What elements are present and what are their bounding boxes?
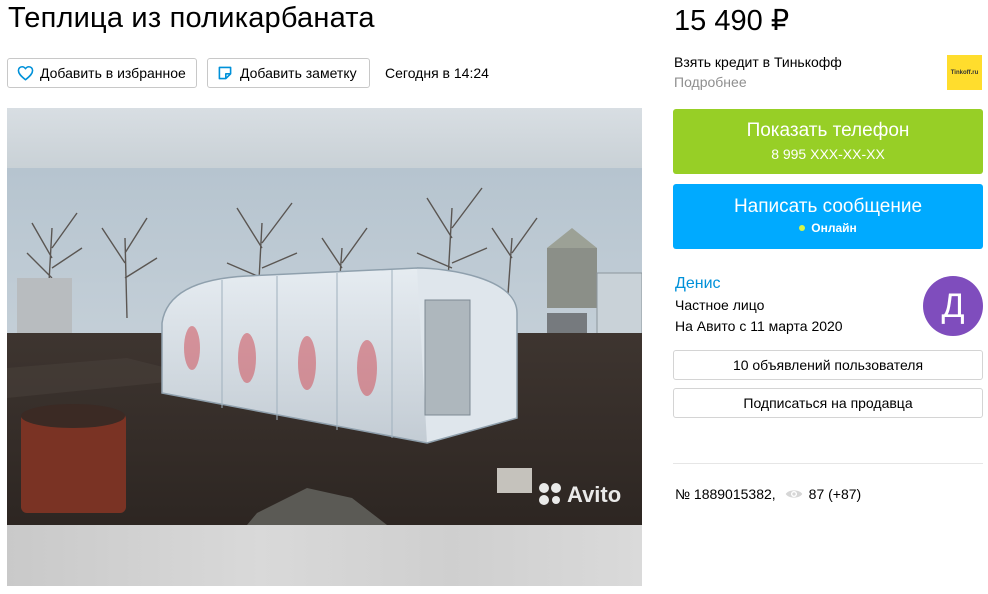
online-status: Онлайн	[673, 221, 983, 235]
tinkoff-logo[interactable]: Tinkoff.ru	[947, 55, 982, 90]
credit-more-link[interactable]: Подробнее	[674, 74, 747, 90]
add-to-favorites-button[interactable]: Добавить в избранное	[7, 58, 197, 88]
online-label: Онлайн	[811, 221, 857, 235]
listing-photo[interactable]: Avito	[7, 108, 642, 586]
price: 15 490 ₽	[674, 5, 790, 37]
seller-ads-button[interactable]: 10 объявлений пользователя	[673, 350, 983, 380]
greenhouse-image: Avito	[7, 168, 642, 525]
show-phone-button[interactable]: Показать телефон 8 995 XXX-XX-XX	[673, 109, 983, 174]
photo-blur-top	[7, 108, 642, 168]
add-note-button[interactable]: Добавить заметку	[207, 58, 370, 88]
heart-icon	[16, 64, 34, 82]
add-to-favorites-label: Добавить в избранное	[40, 65, 186, 81]
show-phone-label: Показать телефон	[746, 120, 910, 141]
eye-icon	[785, 488, 803, 500]
subscribe-seller-button[interactable]: Подписаться на продавца	[673, 388, 983, 418]
posted-date: Сегодня в 14:24	[385, 65, 489, 81]
add-note-label: Добавить заметку	[240, 65, 357, 81]
listing-actions: Добавить в избранное Добавить заметку Се…	[7, 58, 489, 88]
tinkoff-logo-text: Tinkoff.ru	[950, 69, 979, 76]
write-message-button[interactable]: Написать сообщение Онлайн	[673, 184, 983, 249]
divider	[673, 463, 983, 464]
photo-blur-bottom	[7, 525, 642, 586]
views-count: 87 (+87)	[808, 486, 862, 502]
seller-type: Частное лицо	[675, 297, 765, 313]
phone-mask: 8 995 XXX-XX-XX	[771, 146, 885, 162]
seller-avatar[interactable]: Д	[923, 276, 983, 336]
note-icon	[216, 64, 234, 82]
listing-title: Теплица из поликарбаната	[8, 2, 375, 34]
listing-meta: № 1889015382, 87 (+87)	[675, 486, 861, 502]
online-dot-icon	[799, 225, 806, 231]
credit-offer[interactable]: Взять кредит в Тинькофф	[674, 54, 842, 70]
write-message-label: Написать сообщение	[733, 196, 923, 217]
seller-name-link[interactable]: Денис	[675, 275, 721, 293]
seller-since: На Авито с 11 марта 2020	[675, 318, 843, 334]
avito-watermark-text: Avito	[567, 482, 621, 507]
listing-id: № 1889015382,	[675, 486, 776, 502]
